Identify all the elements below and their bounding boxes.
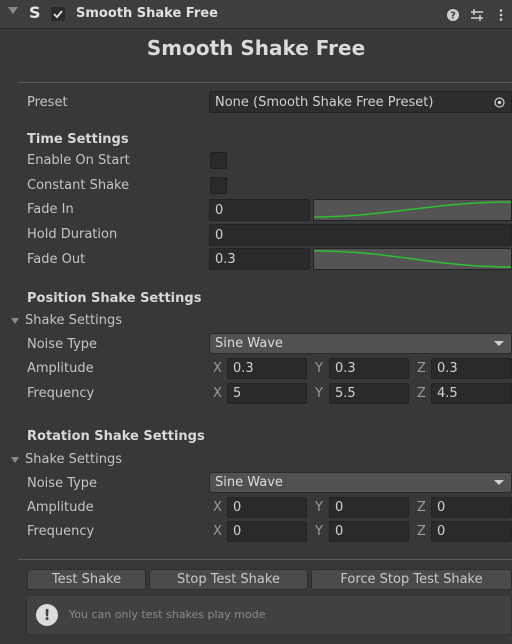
position-foldout-label[interactable]: Shake Settings <box>25 313 122 328</box>
axis-y-label: Y <box>315 524 323 539</box>
position-frequency-z[interactable]: 4.5 <box>431 383 512 404</box>
rotation-noise-value: Sine Wave <box>215 475 283 490</box>
inspector-main-title: Smooth Shake Free <box>146 36 366 60</box>
preset-value: None (Smooth Shake Free Preset) <box>215 94 434 110</box>
position-frequency-y-value: 5.5 <box>335 386 356 401</box>
hold-duration-label: Hold Duration <box>27 227 118 242</box>
preset-object-field[interactable]: None (Smooth Shake Free Preset) <box>209 91 512 113</box>
rotation-foldout-label[interactable]: Shake Settings <box>25 452 122 467</box>
test-shake-button[interactable]: Test Shake <box>27 569 146 590</box>
fade-out-value: 0.3 <box>215 251 236 267</box>
dropdown-arrow-icon <box>494 480 504 485</box>
rotation-noise-dropdown[interactable]: Sine Wave <box>209 472 512 493</box>
preset-label: Preset <box>27 95 68 110</box>
position-frequency-label: Frequency <box>27 386 95 401</box>
fade-in-curve[interactable] <box>313 199 512 221</box>
position-frequency-y[interactable]: 5.5 <box>329 383 409 404</box>
rotation-amplitude-y[interactable]: 0 <box>329 497 409 518</box>
axis-z-label: Z <box>417 524 426 539</box>
hold-duration-value: 0 <box>215 227 224 243</box>
rotation-frequency-z[interactable]: 0 <box>431 521 512 542</box>
axis-x-label: X <box>213 524 222 539</box>
enable-on-start-checkbox[interactable] <box>210 152 227 169</box>
component-title: Smooth Shake Free <box>76 6 218 21</box>
foldout-arrow-icon[interactable] <box>8 7 18 14</box>
rotation-noise-label: Noise Type <box>27 476 98 491</box>
rotation-amplitude-y-value: 0 <box>335 500 344 515</box>
presets-icon[interactable] <box>470 8 484 22</box>
rotation-frequency-z-value: 0 <box>437 524 446 539</box>
axis-x-label: X <box>213 500 222 515</box>
axis-z-label: Z <box>417 386 426 401</box>
component-header: S Smooth Shake Free ? <box>0 0 512 29</box>
position-foldout-arrow-icon[interactable] <box>11 318 19 324</box>
help-message: You can only test shakes play mode <box>69 608 266 621</box>
axis-y-label: Y <box>315 500 323 515</box>
component-enabled-checkbox[interactable] <box>51 7 65 21</box>
hold-duration-field[interactable]: 0 <box>209 224 512 246</box>
fade-out-label: Fade Out <box>27 252 86 267</box>
position-noise-label: Noise Type <box>27 337 98 352</box>
fade-out-field[interactable]: 0.3 <box>209 248 310 270</box>
fade-in-label: Fade In <box>27 202 74 217</box>
position-amplitude-y[interactable]: 0.3 <box>329 358 409 379</box>
rotation-shake-heading: Rotation Shake Settings <box>27 429 205 444</box>
position-amplitude-y-value: 0.3 <box>335 361 356 376</box>
position-frequency-z-value: 4.5 <box>437 386 458 401</box>
fade-in-curve-line <box>313 201 512 218</box>
rotation-frequency-x[interactable]: 0 <box>227 521 307 542</box>
rotation-foldout-arrow-icon[interactable] <box>11 457 19 463</box>
rotation-frequency-y-value: 0 <box>335 524 344 539</box>
axis-z-label: Z <box>417 361 426 376</box>
force-stop-test-shake-button[interactable]: Force Stop Test Shake <box>311 569 512 590</box>
axis-x-label: X <box>213 386 222 401</box>
position-amplitude-x-value: 0.3 <box>233 361 254 376</box>
constant-shake-checkbox[interactable] <box>210 177 227 194</box>
divider <box>18 82 512 83</box>
svg-text:?: ? <box>450 11 456 22</box>
time-settings-heading: Time Settings <box>27 132 129 147</box>
rotation-frequency-label: Frequency <box>27 524 95 539</box>
kebab-menu-icon[interactable] <box>494 8 508 22</box>
constant-shake-label: Constant Shake <box>27 178 130 193</box>
fade-out-curve[interactable] <box>313 248 512 270</box>
axis-x-label: X <box>213 361 222 376</box>
checkmark-icon <box>53 10 63 19</box>
position-frequency-x[interactable]: 5 <box>227 383 307 404</box>
dropdown-arrow-icon <box>494 341 504 346</box>
rotation-frequency-x-value: 0 <box>233 524 242 539</box>
fade-in-value: 0 <box>215 202 224 218</box>
position-noise-dropdown[interactable]: Sine Wave <box>209 333 512 354</box>
object-picker-icon[interactable] <box>494 97 505 108</box>
rotation-frequency-y[interactable]: 0 <box>329 521 409 542</box>
position-amplitude-z-value: 0.3 <box>437 361 458 376</box>
warning-icon: ! <box>36 604 58 626</box>
divider <box>18 559 512 560</box>
position-amplitude-x[interactable]: 0.3 <box>227 358 307 379</box>
position-shake-heading: Position Shake Settings <box>27 291 202 306</box>
rotation-amplitude-x-value: 0 <box>233 500 242 515</box>
stop-test-shake-button[interactable]: Stop Test Shake <box>149 569 308 590</box>
help-icon[interactable]: ? <box>446 8 460 22</box>
rotation-amplitude-label: Amplitude <box>27 500 94 515</box>
rotation-amplitude-z[interactable]: 0 <box>431 497 512 518</box>
position-frequency-x-value: 5 <box>233 386 242 401</box>
position-noise-value: Sine Wave <box>215 336 283 351</box>
axis-y-label: Y <box>315 361 323 376</box>
axis-y-label: Y <box>315 386 323 401</box>
script-icon: S <box>29 3 41 22</box>
fade-out-curve-line <box>313 250 512 268</box>
axis-z-label: Z <box>417 500 426 515</box>
help-box: ! You can only test shakes play mode <box>26 595 512 635</box>
enable-on-start-label: Enable On Start <box>27 153 130 168</box>
position-amplitude-label: Amplitude <box>27 361 94 376</box>
position-amplitude-z[interactable]: 0.3 <box>431 358 512 379</box>
rotation-amplitude-z-value: 0 <box>437 500 446 515</box>
fade-in-field[interactable]: 0 <box>209 199 310 221</box>
rotation-amplitude-x[interactable]: 0 <box>227 497 307 518</box>
